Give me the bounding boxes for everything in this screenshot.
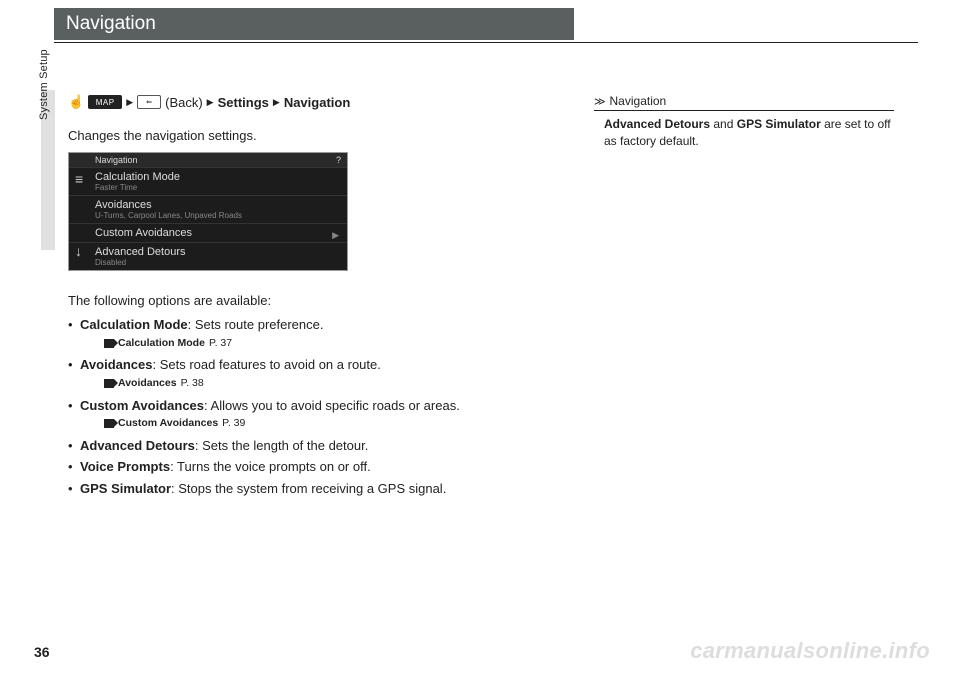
reference-icon xyxy=(104,339,114,348)
sidebar-body: Advanced Detours and GPS Simulator are s… xyxy=(594,111,894,151)
page-title: Navigation xyxy=(66,13,156,35)
row-sublabel: U-Turns, Carpool Lanes, Unpaved Roads xyxy=(95,211,339,220)
option-desc: : Sets route preference. xyxy=(188,317,324,332)
breadcrumb-navigation: Navigation xyxy=(284,95,350,110)
row-sublabel: Faster Time xyxy=(95,183,339,192)
chevron-right-icon: ▶ xyxy=(126,97,133,108)
chevron-right-icon: ▶ xyxy=(207,97,214,108)
device-screenshot: ≡ ↓ Navigation ? Calculation Mode Faster… xyxy=(68,152,348,271)
section-label: System Setup xyxy=(38,49,50,120)
page-title-bar: Navigation xyxy=(54,8,574,40)
help-icon: ? xyxy=(336,155,341,165)
chevron-right-icon: ▶ xyxy=(273,97,280,108)
row-sublabel: Disabled xyxy=(95,258,339,267)
options-list: Calculation Mode: Sets route preference.… xyxy=(68,315,568,500)
screenshot-titlebar: Navigation ? xyxy=(69,153,347,167)
reference-icon xyxy=(104,379,114,388)
row-label: Avoidances xyxy=(95,199,152,211)
screenshot-row: Avoidances U-Turns, Carpool Lanes, Unpav… xyxy=(69,195,347,223)
option-desc: : Turns the voice prompts on or off. xyxy=(170,459,371,474)
hand-icon: ☝ xyxy=(68,94,84,110)
list-item: Voice Prompts: Turns the voice prompts o… xyxy=(68,457,568,477)
option-desc: : Sets the length of the detour. xyxy=(195,438,368,453)
watermark: carmanualsonline.info xyxy=(690,638,930,664)
cross-reference: Custom Avoidances P. 39 xyxy=(104,416,568,432)
reference-title: Avoidances xyxy=(118,376,177,392)
option-desc: : Allows you to avoid specific roads or … xyxy=(204,398,460,413)
option-title: Advanced Detours xyxy=(80,438,195,453)
reference-icon xyxy=(104,419,114,428)
options-intro: The following options are available: xyxy=(68,293,271,308)
option-title: Avoidances xyxy=(80,357,153,372)
screenshot-row: Calculation Mode Faster Time xyxy=(69,167,347,195)
reference-page: P. 39 xyxy=(222,416,245,432)
reference-title: Calculation Mode xyxy=(118,336,205,352)
option-title: GPS Simulator xyxy=(80,481,171,496)
breadcrumb: ☝ MAP ▶ ⇐ (Back) ▶ Settings ▶ Navigation xyxy=(68,94,350,110)
sidebar-text-mid: and xyxy=(710,117,737,131)
screenshot-row: Advanced Detours Disabled xyxy=(69,242,347,270)
row-label: Calculation Mode xyxy=(95,171,180,183)
screenshot-title: Navigation xyxy=(95,155,138,165)
option-desc: : Sets road features to avoid on a route… xyxy=(153,357,381,372)
sidebar-note: ≫ Navigation Advanced Detours and GPS Si… xyxy=(594,94,894,151)
screenshot-row: Custom Avoidances ▶ xyxy=(69,223,347,242)
title-underline xyxy=(54,42,918,43)
caret-right-icon: ▶ xyxy=(332,230,339,241)
list-item: Advanced Detours: Sets the length of the… xyxy=(68,436,568,456)
option-desc: : Stops the system from receiving a GPS … xyxy=(171,481,446,496)
option-title: Calculation Mode xyxy=(80,317,188,332)
reference-page: P. 38 xyxy=(181,376,204,392)
list-item: Custom Avoidances: Allows you to avoid s… xyxy=(68,396,568,432)
back-button-chip: ⇐ xyxy=(137,95,161,109)
map-button-chip: MAP xyxy=(88,95,122,109)
sidebar-heading: ≫ Navigation xyxy=(594,94,894,111)
row-label: Advanced Detours xyxy=(95,246,186,258)
row-label: Custom Avoidances xyxy=(95,227,192,239)
breadcrumb-settings: Settings xyxy=(218,95,269,110)
sidebar-bold2: GPS Simulator xyxy=(737,117,821,131)
list-item: Calculation Mode: Sets route preference.… xyxy=(68,315,568,351)
cross-reference: Calculation Mode P. 37 xyxy=(104,336,568,352)
sidebar-bold1: Advanced Detours xyxy=(604,117,710,131)
back-text: (Back) xyxy=(165,95,203,110)
reference-page: P. 37 xyxy=(209,336,232,352)
option-title: Custom Avoidances xyxy=(80,398,204,413)
reference-title: Custom Avoidances xyxy=(118,416,218,432)
sidebar-title: Navigation xyxy=(610,94,667,108)
double-chevron-icon: ≫ xyxy=(594,95,606,108)
intro-text: Changes the navigation settings. xyxy=(68,128,257,143)
list-item: Avoidances: Sets road features to avoid … xyxy=(68,355,568,391)
cross-reference: Avoidances P. 38 xyxy=(104,376,568,392)
list-item: GPS Simulator: Stops the system from rec… xyxy=(68,479,568,499)
page-number: 36 xyxy=(34,644,50,660)
option-title: Voice Prompts xyxy=(80,459,170,474)
